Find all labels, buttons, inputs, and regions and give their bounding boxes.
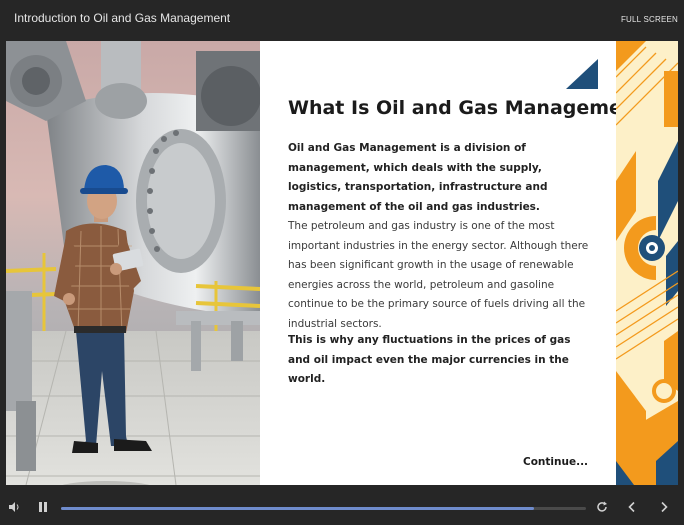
pause-icon[interactable] bbox=[35, 499, 51, 515]
volume-icon[interactable] bbox=[6, 499, 22, 515]
course-title: Introduction to Oil and Gas Management bbox=[14, 11, 231, 25]
body-paragraph: The petroleum and gas industry is one of… bbox=[288, 220, 589, 330]
continue-button[interactable]: Continue... bbox=[523, 456, 588, 468]
decorative-pattern bbox=[616, 41, 678, 485]
player-controls bbox=[0, 491, 684, 525]
previous-icon[interactable] bbox=[624, 499, 640, 515]
progress-bar[interactable] bbox=[61, 507, 586, 510]
fullscreen-button[interactable]: FULL SCREEN bbox=[621, 15, 678, 24]
worker-photo bbox=[6, 41, 260, 485]
next-icon[interactable] bbox=[656, 499, 672, 515]
intro-paragraph: Oil and Gas Management is a division of … bbox=[288, 142, 548, 213]
replay-icon[interactable] bbox=[594, 499, 610, 515]
emphasis-paragraph: This is why any fluctuations in the pric… bbox=[288, 334, 571, 385]
progress-fill bbox=[61, 507, 534, 510]
slide-content: What Is Oil and Gas Management Oil and G… bbox=[6, 41, 678, 485]
corner-triangle-decoration bbox=[566, 59, 598, 89]
top-bar: Introduction to Oil and Gas Management F… bbox=[0, 0, 684, 38]
slide-heading: What Is Oil and Gas Management bbox=[288, 97, 645, 119]
